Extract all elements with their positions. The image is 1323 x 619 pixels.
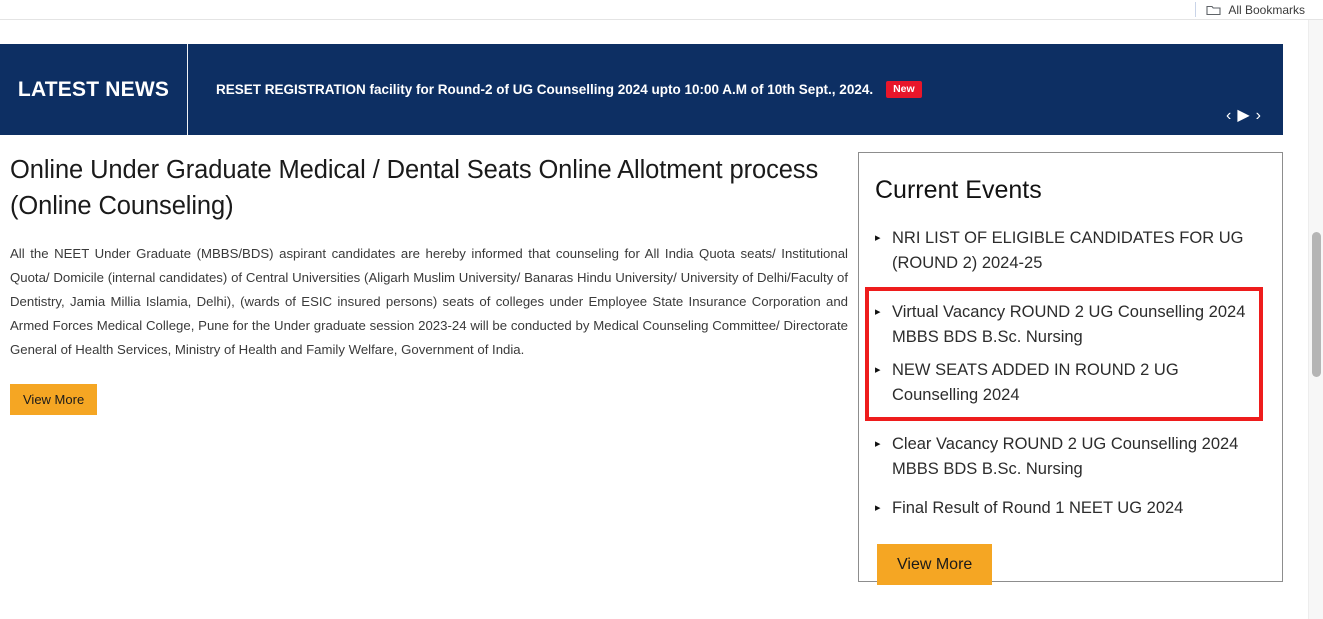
list-item[interactable]: ▸ Clear Vacancy ROUND 2 UG Counselling 2…: [875, 425, 1264, 489]
all-bookmarks-label: All Bookmarks: [1228, 3, 1305, 17]
article-body-text: All the NEET Under Graduate (MBBS/BDS) a…: [10, 242, 848, 362]
list-item-label: NEW SEATS ADDED IN ROUND 2 UG Counsellin…: [892, 358, 1253, 408]
news-ticker-item[interactable]: RESET REGISTRATION facility for Round-2 …: [216, 81, 922, 98]
list-item[interactable]: ▸ NRI LIST OF ELIGIBLE CANDIDATES FOR UG…: [875, 219, 1264, 283]
latest-news-content: RESET REGISTRATION facility for Round-2 …: [188, 44, 1283, 135]
list-item[interactable]: ▸ Virtual Vacancy ROUND 2 UG Counselling…: [875, 296, 1253, 354]
chevron-left-icon[interactable]: ‹: [1226, 108, 1231, 124]
page-scrollbar-thumb[interactable]: [1312, 232, 1321, 377]
events-view-more-button[interactable]: View More: [877, 544, 992, 585]
folder-icon: [1206, 4, 1221, 16]
list-item-label: Clear Vacancy ROUND 2 UG Counselling 202…: [892, 432, 1264, 482]
toolbar-separator: [1195, 2, 1196, 17]
status-badge-new: New: [886, 81, 922, 98]
list-item[interactable]: ▸ Final Result of Round 1 NEET UG 2024: [875, 489, 1264, 528]
current-events-panel: Current Events ▸ NRI LIST OF ELIGIBLE CA…: [858, 152, 1283, 582]
page-scrollbar[interactable]: [1308, 20, 1323, 619]
list-item-label: Final Result of Round 1 NEET UG 2024: [892, 496, 1183, 521]
news-ticker-controls: ‹ ▶ ›: [1226, 108, 1261, 124]
current-events-title: Current Events: [875, 175, 1264, 205]
list-item[interactable]: ▸ NEW SEATS ADDED IN ROUND 2 UG Counsell…: [875, 354, 1253, 412]
current-events-list: ▸ NRI LIST OF ELIGIBLE CANDIDATES FOR UG…: [875, 219, 1264, 283]
current-events-footer: View More: [875, 540, 1264, 585]
page-root: All Bookmarks LATEST NEWS RESET REGISTRA…: [0, 0, 1323, 619]
bullet-arrow-icon: ▸: [875, 432, 884, 457]
latest-news-label-cell: LATEST NEWS: [0, 44, 188, 135]
current-events-list-continued: ▸ Clear Vacancy ROUND 2 UG Counselling 2…: [875, 425, 1264, 528]
list-item-label: NRI LIST OF ELIGIBLE CANDIDATES FOR UG (…: [892, 226, 1264, 276]
bullet-arrow-icon: ▸: [875, 300, 884, 325]
latest-news-label: LATEST NEWS: [18, 78, 169, 102]
play-icon[interactable]: ▶: [1237, 108, 1249, 124]
page-title: Online Under Graduate Medical / Dental S…: [10, 152, 848, 224]
chevron-right-icon[interactable]: ›: [1256, 108, 1261, 124]
highlighted-events-group: ▸ Virtual Vacancy ROUND 2 UG Counselling…: [865, 287, 1263, 421]
article-section: Online Under Graduate Medical / Dental S…: [10, 152, 848, 415]
bullet-arrow-icon: ▸: [875, 226, 884, 251]
highlighted-events-list: ▸ Virtual Vacancy ROUND 2 UG Counselling…: [875, 296, 1253, 412]
all-bookmarks-button[interactable]: All Bookmarks: [1195, 0, 1305, 19]
article-view-more-button[interactable]: View More: [10, 384, 97, 415]
bullet-arrow-icon: ▸: [875, 496, 884, 521]
latest-news-bar: LATEST NEWS RESET REGISTRATION facility …: [0, 44, 1283, 135]
browser-bookmarks-bar: All Bookmarks: [0, 0, 1323, 20]
news-headline-text: RESET REGISTRATION facility for Round-2 …: [216, 82, 873, 97]
bullet-arrow-icon: ▸: [875, 358, 884, 383]
list-item-label: Virtual Vacancy ROUND 2 UG Counselling 2…: [892, 300, 1253, 350]
